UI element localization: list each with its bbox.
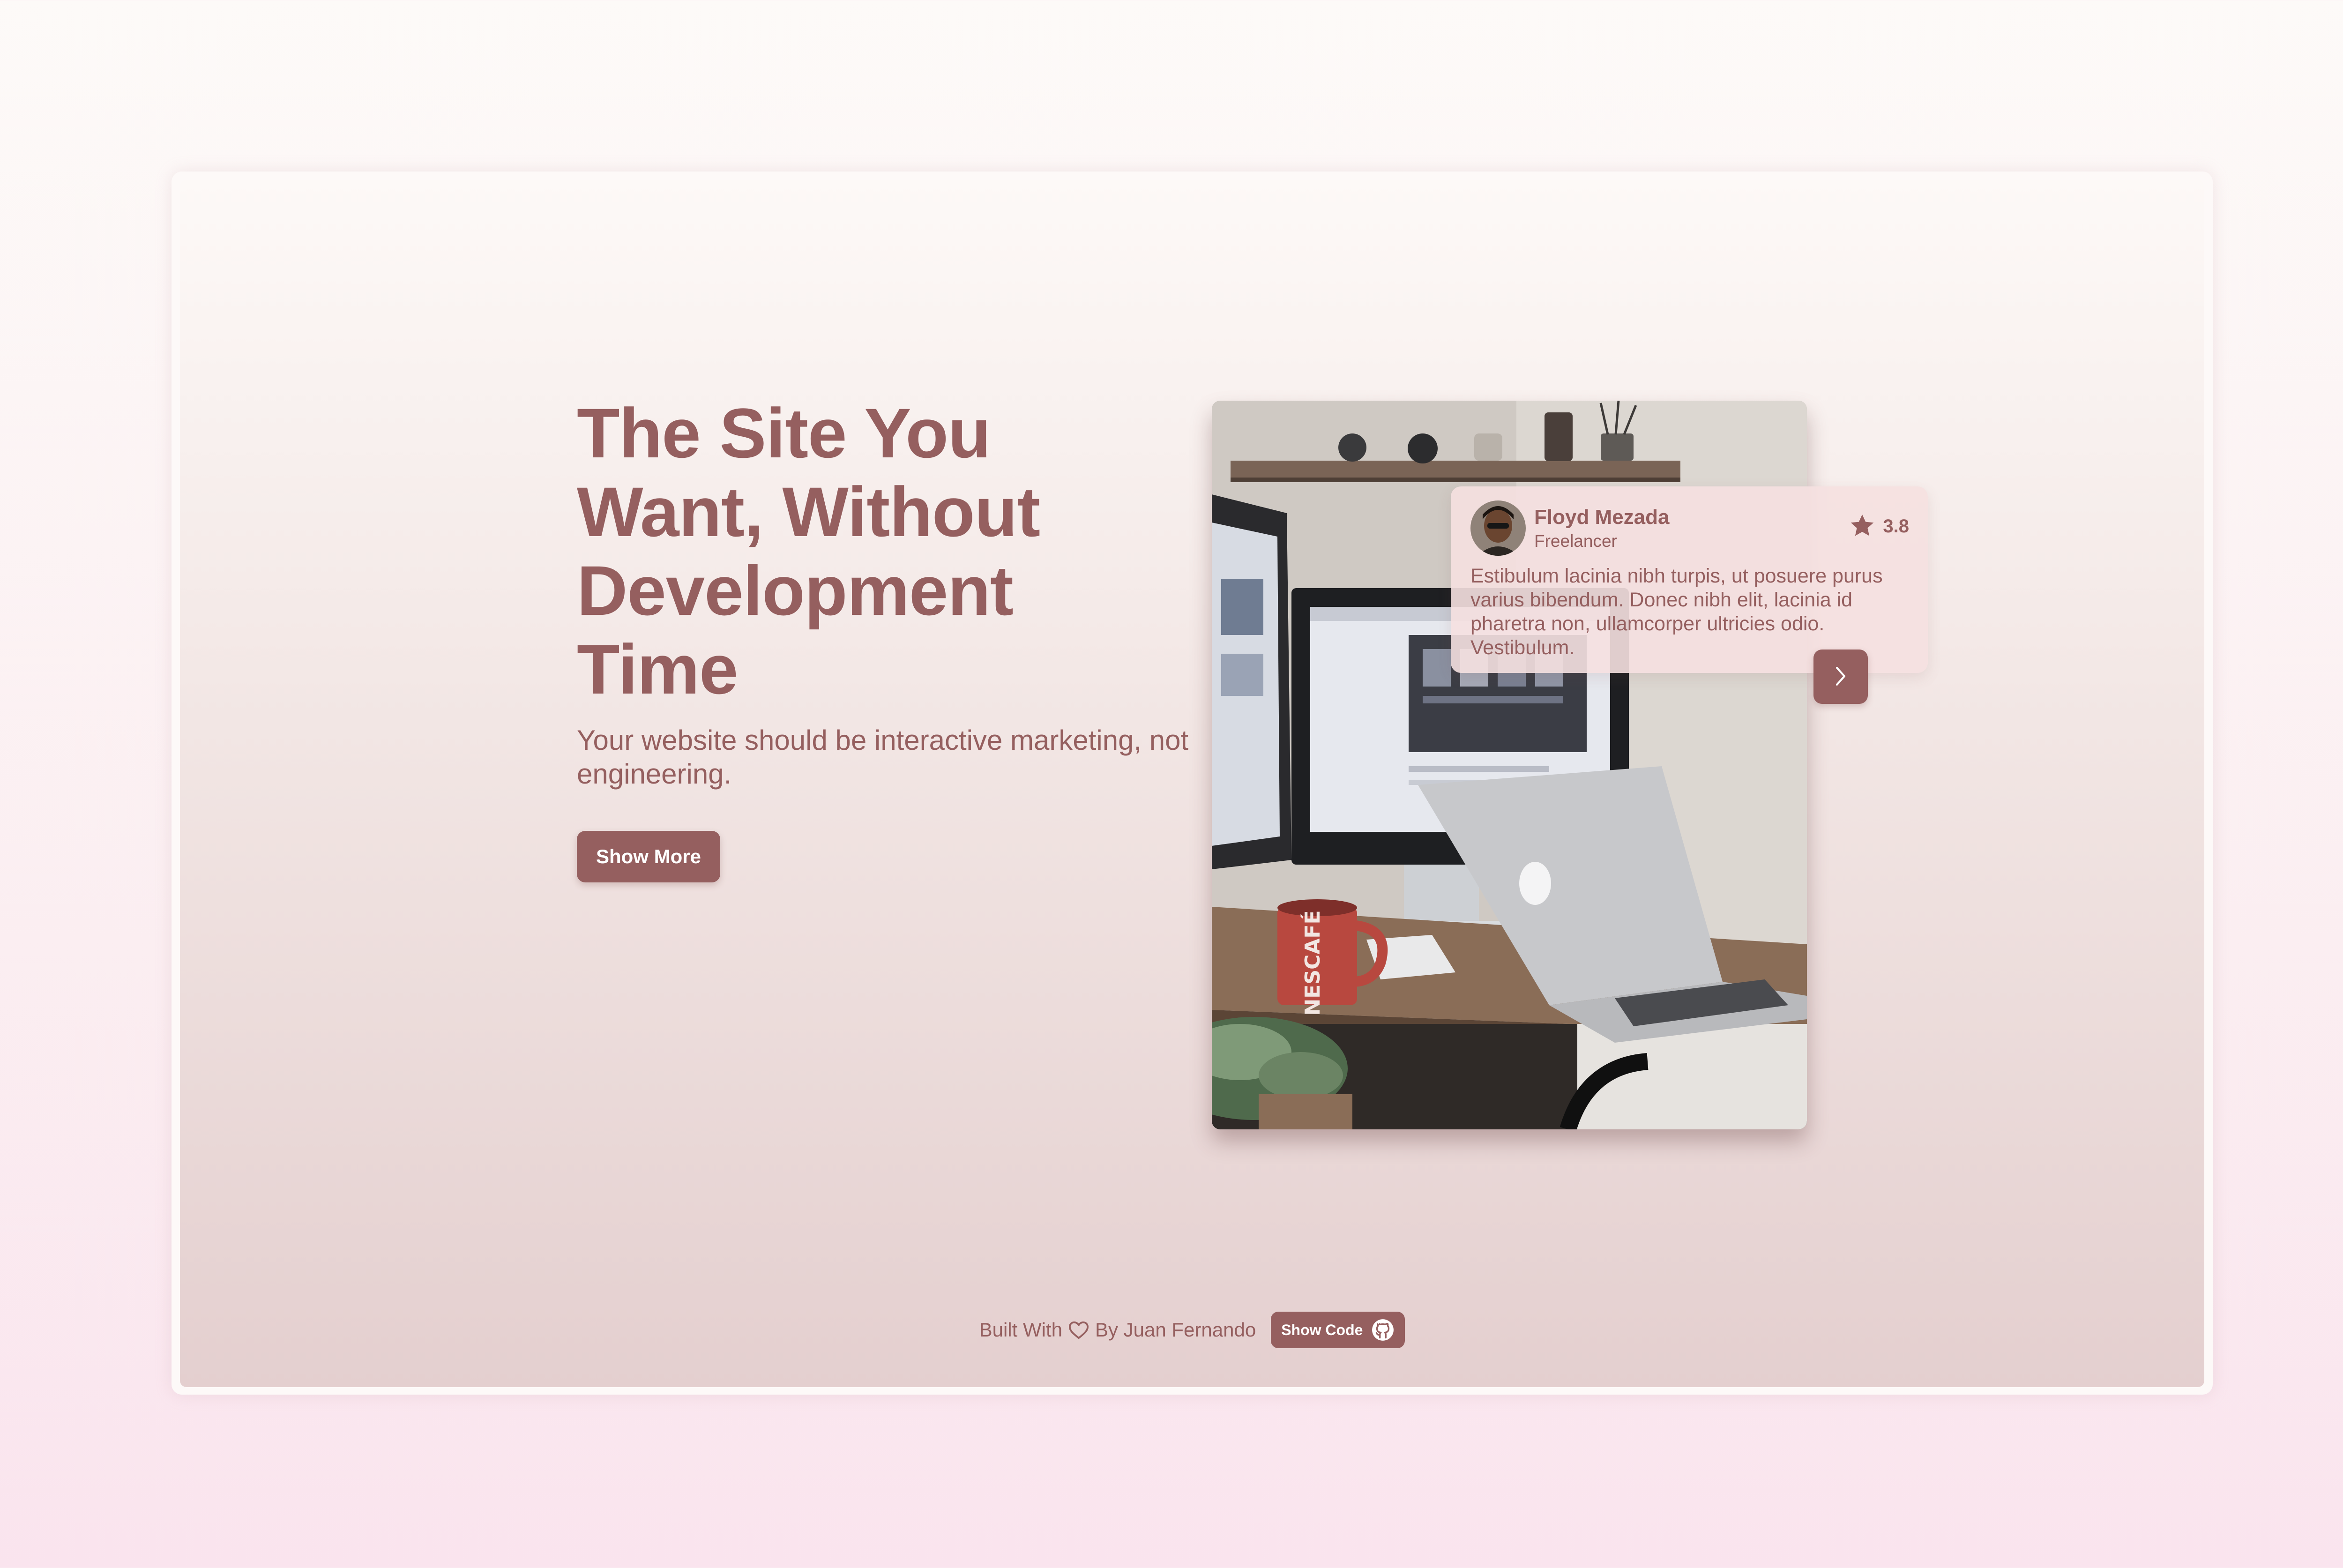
- mug-label: NESCAFÉ: [1300, 910, 1325, 1015]
- reviewer-name: Floyd Mezada: [1534, 506, 1670, 529]
- rating-value: 3.8: [1883, 515, 1909, 537]
- hero-headline: The Site You Want, Without Development T…: [577, 394, 1040, 709]
- show-code-button[interactable]: Show Code: [1271, 1312, 1405, 1348]
- footer-credit: Built With By Juan Fernando: [979, 1319, 1256, 1341]
- author-text: By Juan Fernando: [1095, 1319, 1256, 1341]
- show-code-label: Show Code: [1281, 1321, 1363, 1338]
- reviewer-role: Freelancer: [1534, 531, 1617, 551]
- show-more-button[interactable]: Show More: [577, 831, 720, 882]
- heart-icon: [1068, 1320, 1089, 1340]
- built-with-text: Built With: [979, 1319, 1062, 1341]
- rating: 3.8: [1849, 514, 1909, 539]
- reviewer-avatar: [1470, 500, 1526, 556]
- star-icon: [1849, 514, 1875, 539]
- chevron-right-icon: [1830, 664, 1851, 690]
- review-text: Estibulum lacinia nibh turpis, ut posuer…: [1470, 565, 1883, 659]
- next-review-button[interactable]: [1813, 650, 1868, 704]
- review-card: Floyd Mezada Freelancer 3.8 Estibulum la…: [1451, 486, 1928, 673]
- footer: Built With By Juan Fernando Show Code: [0, 1311, 2343, 1349]
- github-icon: [1371, 1318, 1395, 1342]
- hero-subtitle: Your website should be interactive marke…: [577, 724, 1189, 790]
